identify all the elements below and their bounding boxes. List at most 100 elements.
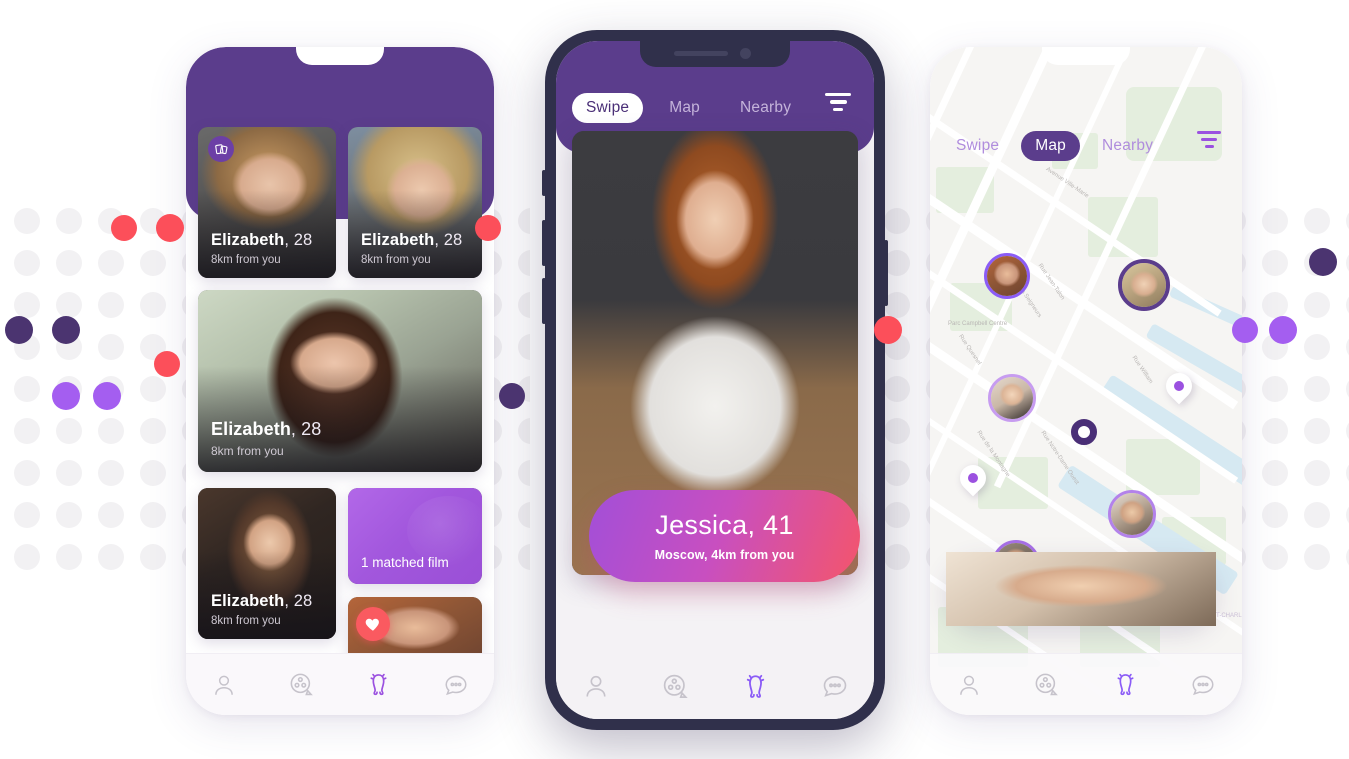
screenshot-root: Swipe Map Nearby xyxy=(0,0,1349,759)
decorative-dot xyxy=(1304,544,1330,570)
map-avatar-marker[interactable] xyxy=(1108,490,1156,538)
tab-map[interactable]: Map xyxy=(1021,131,1080,161)
map-avatar-marker[interactable] xyxy=(988,374,1036,422)
map-avatar-marker[interactable] xyxy=(984,253,1030,299)
tab-nearby[interactable]: Nearby xyxy=(726,93,805,123)
filter-icon[interactable] xyxy=(1196,131,1222,152)
phone-right-screen: Rue Jean-Talon Parc Campbell Centre Rue … xyxy=(930,47,1242,715)
volume-up-button[interactable] xyxy=(542,220,546,266)
decorative-dot xyxy=(1304,376,1330,402)
nav-mask-icon[interactable] xyxy=(741,672,770,701)
decorative-dot xyxy=(56,544,82,570)
map-label: Rue William xyxy=(1130,355,1154,385)
nearby-card-2[interactable]: Elizabeth, 28 8km from you xyxy=(348,127,482,278)
nav-profile-icon[interactable] xyxy=(956,672,982,698)
profile-name: Jessica xyxy=(655,510,748,540)
nav-chat-bubble-icon[interactable] xyxy=(443,672,469,698)
volume-down-button[interactable] xyxy=(542,278,546,324)
card-distance: 8km from you xyxy=(361,254,431,266)
decorative-dot xyxy=(14,208,40,234)
map-avatar-marker[interactable] xyxy=(1118,259,1170,311)
decorative-dot xyxy=(140,334,166,360)
phone-right-map: Rue Jean-Talon Parc Campbell Centre Rue … xyxy=(930,47,1242,715)
decorative-dot xyxy=(1262,334,1288,360)
decorative-dot xyxy=(98,334,124,360)
mute-switch[interactable] xyxy=(542,170,546,196)
decorative-dot xyxy=(884,544,910,570)
map-label: Parc Campbell Centre xyxy=(948,321,1008,327)
decorative-dot xyxy=(518,376,530,402)
nav-mask-icon[interactable] xyxy=(1112,671,1139,698)
decorative-dot xyxy=(1304,292,1330,318)
decorative-dot xyxy=(14,376,40,402)
phone-center-swipe: Swipe Map Nearby Jessica, 41 Moscow, 4km… xyxy=(542,30,888,730)
nav-chat-bubble-icon[interactable] xyxy=(821,672,849,700)
decorative-dot xyxy=(140,208,166,234)
decorative-dot xyxy=(98,418,124,444)
decorative-dot xyxy=(1262,292,1288,318)
matched-film-tile[interactable]: 1 matched film xyxy=(348,488,482,584)
decorative-dot xyxy=(1262,208,1288,234)
nav-mask-icon[interactable] xyxy=(365,671,392,698)
card-distance: 8km from you xyxy=(211,254,281,266)
decorative-dot xyxy=(1262,502,1288,528)
power-button[interactable] xyxy=(884,240,888,306)
card-age: 28 xyxy=(443,231,463,249)
nav-chat-bubble-icon[interactable] xyxy=(1190,672,1216,698)
tab-swipe[interactable]: Swipe xyxy=(572,93,644,123)
decorative-dot xyxy=(1262,460,1288,486)
decorative-dot xyxy=(1304,334,1330,360)
notch xyxy=(640,41,790,67)
decorative-dot xyxy=(14,460,40,486)
card-name: Elizabeth xyxy=(211,592,285,610)
card-stack-icon[interactable] xyxy=(208,136,234,162)
map-selected-profile-card[interactable]: Elizabeth, 28 8km from you xyxy=(946,552,1216,626)
decorative-dot xyxy=(56,502,82,528)
card-distance: 8km from you xyxy=(211,615,281,627)
decorative-dot xyxy=(518,502,530,528)
decorative-dot xyxy=(518,292,530,318)
decorative-dot xyxy=(98,292,124,318)
profile-name-pill[interactable]: Jessica, 41 Moscow, 4km from you xyxy=(589,490,860,582)
center-tabbar: Swipe Map Nearby xyxy=(572,93,858,123)
decorative-dot xyxy=(140,544,166,570)
nearby-card-3[interactable]: Elizabeth, 28 8km from you xyxy=(198,290,482,472)
right-tabbar: Swipe Map Nearby xyxy=(942,131,1230,161)
decorative-dot xyxy=(1304,208,1330,234)
nav-film-reel-icon[interactable] xyxy=(1033,671,1060,698)
tab-swipe[interactable]: Swipe xyxy=(942,131,1013,161)
decorative-dot xyxy=(518,418,530,444)
decorative-dot xyxy=(1304,460,1330,486)
decorative-dot xyxy=(884,418,910,444)
card-meta: Elizabeth, 28 8km from you xyxy=(211,419,322,458)
decorative-dot xyxy=(98,250,124,276)
nearby-card-1[interactable]: Elizabeth, 28 8km from you xyxy=(198,127,336,278)
decorative-dot xyxy=(14,502,40,528)
filter-icon[interactable] xyxy=(824,93,852,115)
matched-film-label: 1 matched film xyxy=(361,555,449,570)
nav-profile-icon[interactable] xyxy=(582,672,610,700)
nav-film-reel-icon[interactable] xyxy=(288,671,315,698)
nav-profile-icon[interactable] xyxy=(211,672,237,698)
decorative-dot xyxy=(56,376,82,402)
decorative-dot xyxy=(1304,250,1330,276)
decorative-dot xyxy=(140,376,166,402)
map-label: Rue Quesnel xyxy=(957,333,982,367)
decorative-dot xyxy=(14,250,40,276)
heart-icon[interactable] xyxy=(356,607,390,641)
tab-nearby[interactable]: Nearby xyxy=(1088,131,1167,161)
card-age: 28 xyxy=(293,231,313,249)
decorative-dot xyxy=(1262,376,1288,402)
decorative-dot xyxy=(1262,418,1288,444)
nav-film-reel-icon[interactable] xyxy=(661,672,690,701)
decorative-dot xyxy=(14,418,40,444)
tab-map[interactable]: Map xyxy=(655,93,714,123)
avatar xyxy=(946,552,1216,626)
nearby-card-4[interactable]: Elizabeth, 28 8km from you xyxy=(198,488,336,639)
decorative-dot xyxy=(140,292,166,318)
center-bottom-nav xyxy=(556,653,874,719)
decorative-dot xyxy=(14,334,40,360)
earpiece-speaker xyxy=(674,51,728,56)
user-location-dot xyxy=(1071,419,1097,445)
decorative-dot xyxy=(518,460,530,486)
